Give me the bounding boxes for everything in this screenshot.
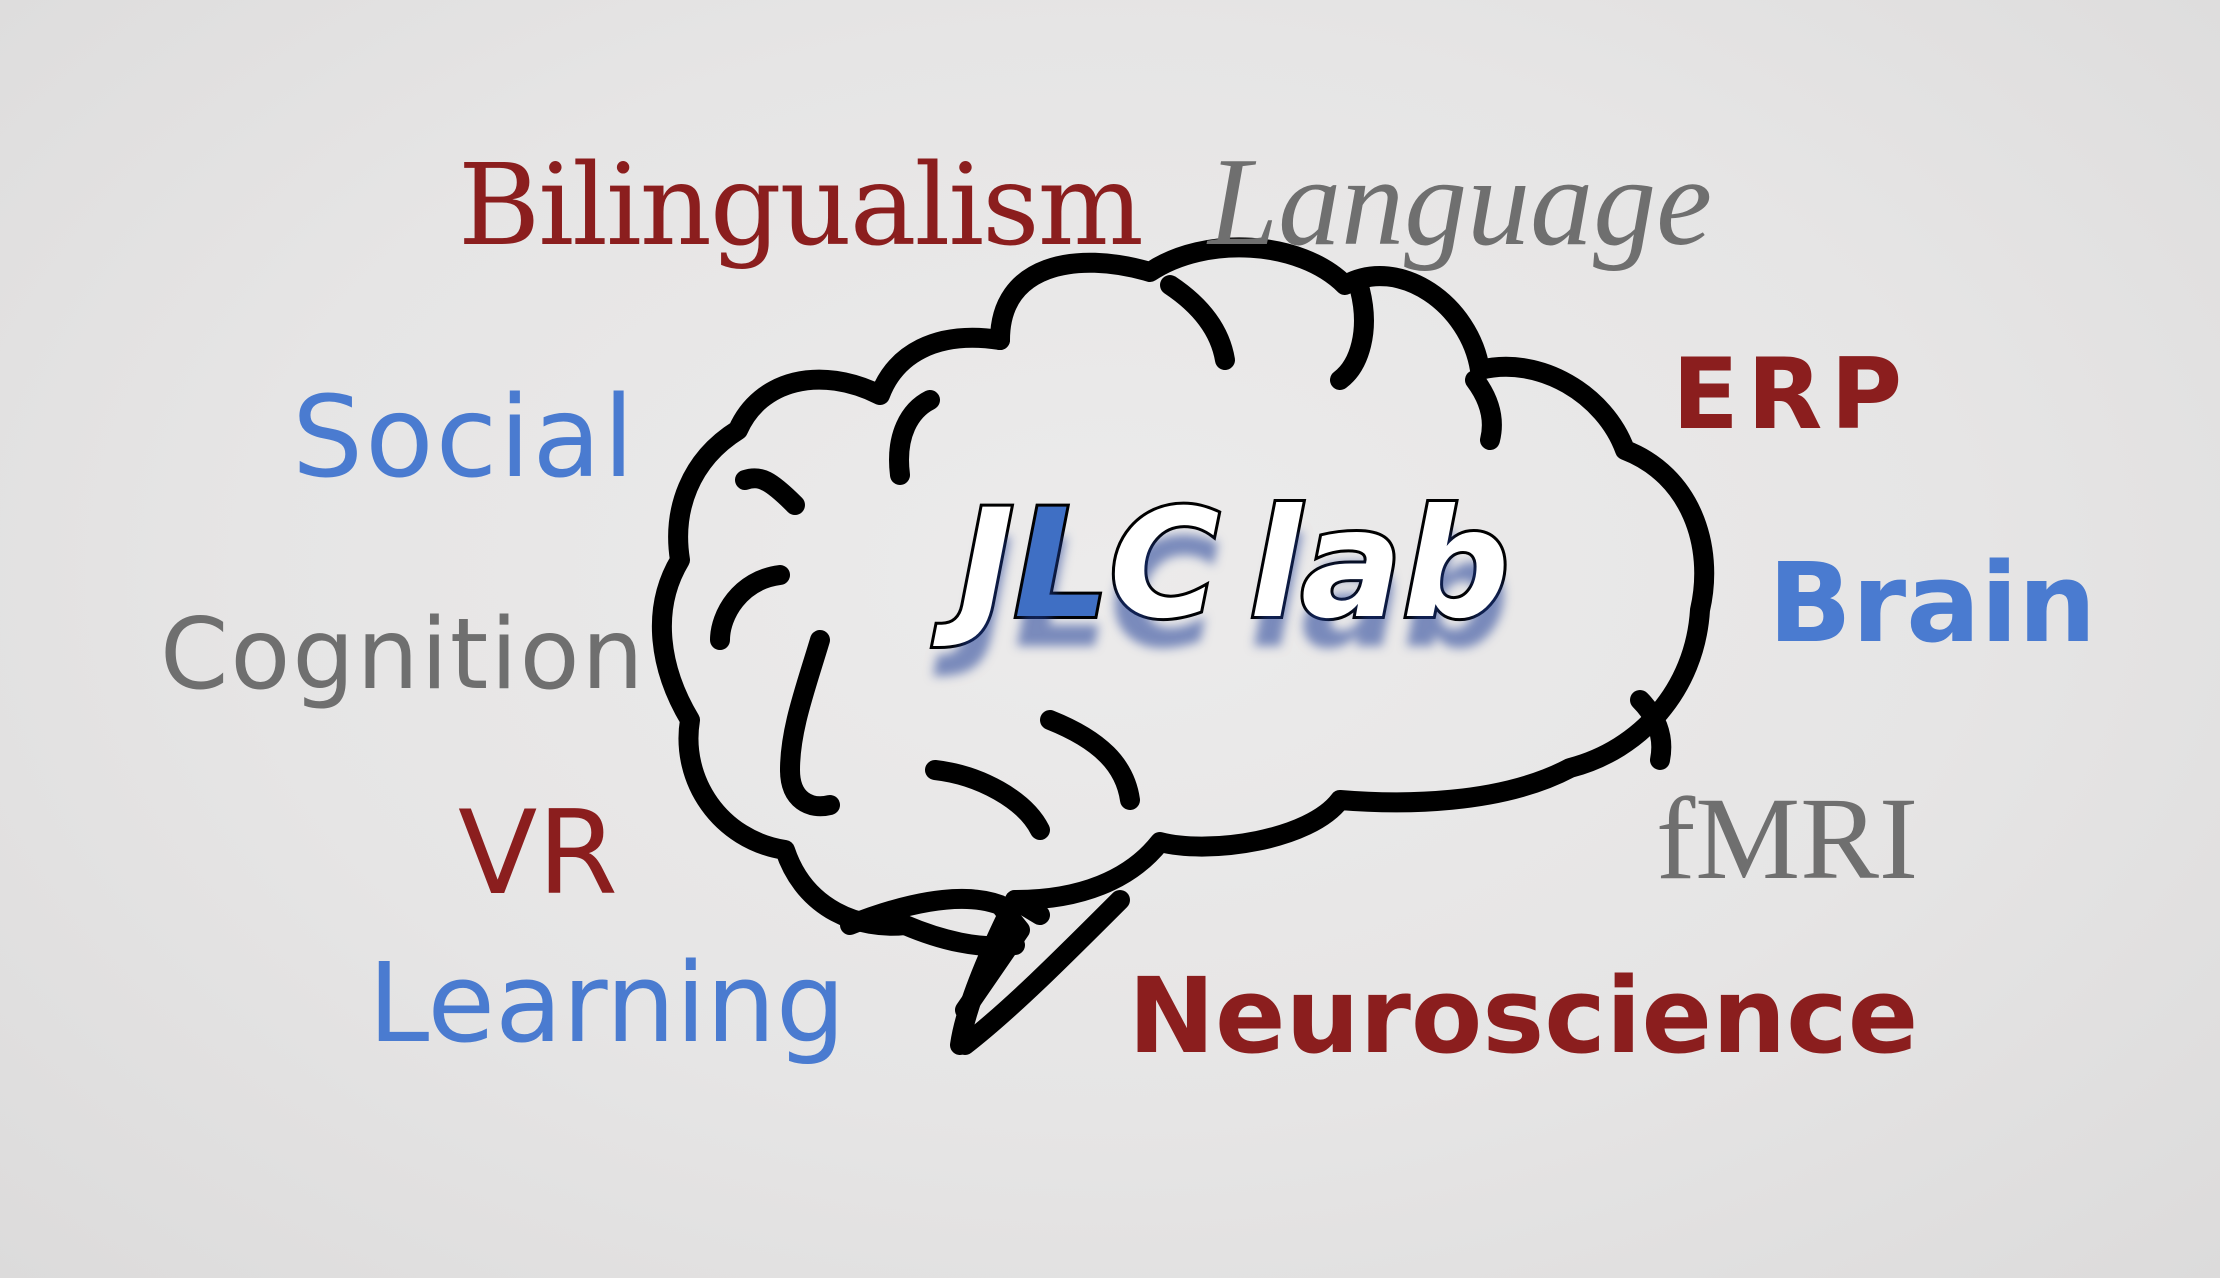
keyword-bilingualism: Bilingualism — [458, 141, 1144, 271]
logo-letter-j: J — [955, 478, 1017, 652]
keyword-language: Language — [1208, 133, 1712, 272]
keyword-erp: ERP — [1672, 338, 1911, 452]
banner-canvas: Bilingualism Language Social ERP Brain C… — [0, 0, 2220, 1278]
keyword-brain: Brain — [1768, 539, 2097, 667]
keyword-learning: Learning — [368, 939, 846, 1067]
logo-letter-c: C — [1106, 478, 1222, 652]
logo-word-lab: lab — [1246, 478, 1512, 652]
keyword-social: Social — [292, 373, 637, 503]
keyword-fmri: fMRI — [1656, 773, 1919, 904]
keyword-cognition: Cognition — [160, 598, 646, 712]
keyword-neuroscience: Neuroscience — [1128, 955, 1919, 1077]
keyword-vr: VR — [458, 786, 618, 921]
logo-letter-l: L — [1011, 478, 1113, 652]
lab-logo: JLC lab — [955, 478, 1513, 652]
